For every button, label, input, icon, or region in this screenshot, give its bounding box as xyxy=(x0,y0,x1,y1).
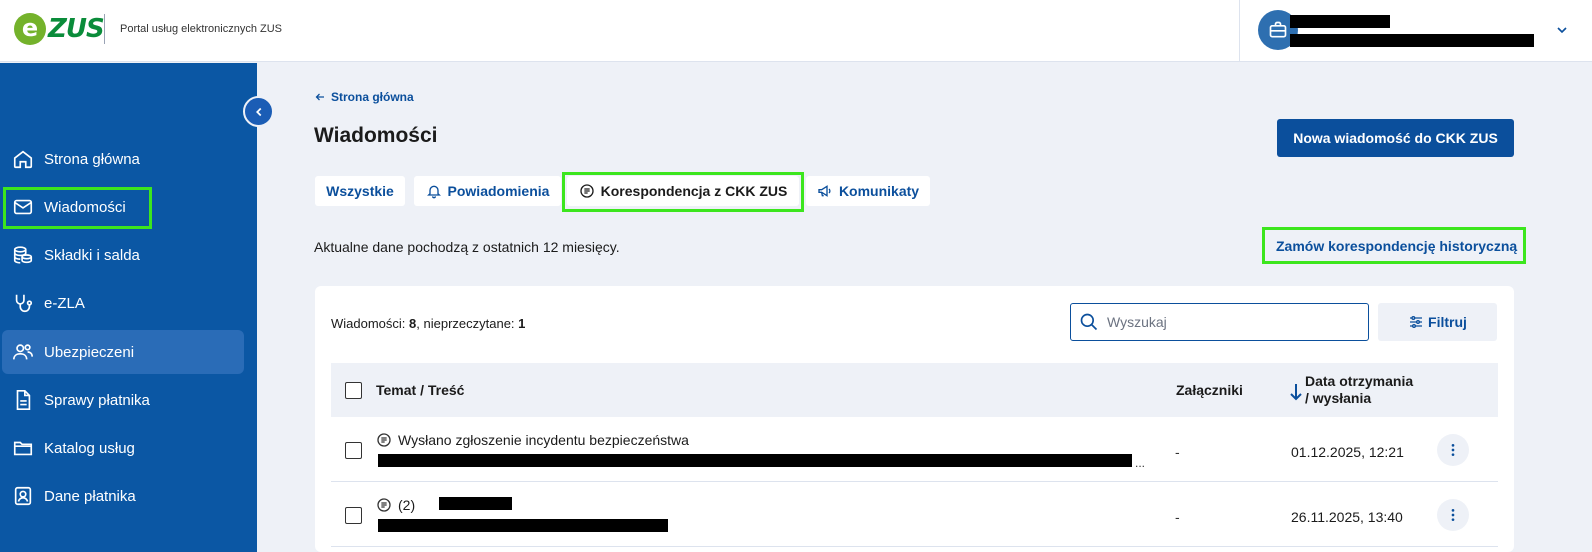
redacted-row-subject xyxy=(439,497,512,510)
row-checkbox[interactable] xyxy=(345,507,362,524)
messages-count-label: Wiadomości: xyxy=(331,316,410,331)
column-date-line2: / wysłania xyxy=(1305,390,1372,406)
table-row[interactable]: (2) - 26.11.2025, 13:40 xyxy=(331,483,1498,547)
tab-label: Wszystkie xyxy=(326,183,394,199)
sidebar-collapse-button[interactable] xyxy=(243,96,274,127)
home-icon xyxy=(13,150,33,169)
logo-zus: ZUS xyxy=(48,14,105,44)
sidebar-item-insured[interactable]: Ubezpieczeni xyxy=(2,330,244,374)
sidebar-item-contributions[interactable]: Składki i salda xyxy=(2,233,244,277)
row-date: 01.12.2025, 12:21 xyxy=(1291,444,1404,460)
sidebar-item-payer-data[interactable]: Dane płatnika xyxy=(2,474,244,518)
tab-notifications[interactable]: Powiadomienia xyxy=(414,176,561,206)
kebab-menu-icon xyxy=(1451,509,1455,521)
filter-button-label: Filtruj xyxy=(1428,314,1467,330)
id-card-icon xyxy=(14,486,32,506)
sidebar-item-label: Sprawy płatnika xyxy=(44,391,150,409)
logo-e: e xyxy=(14,13,46,45)
table-header: Temat / Treść Załączniki Data otrzymania… xyxy=(331,363,1498,417)
column-date-line1: Data otrzymania xyxy=(1305,373,1414,389)
order-history-link[interactable]: Zamów korespondencję historyczną xyxy=(1276,238,1517,254)
ezus-logo[interactable]: e ZUS xyxy=(14,12,105,46)
message-list-icon xyxy=(579,184,594,198)
top-header: e ZUS Portal usług elektronicznych ZUS xyxy=(0,0,1592,62)
sidebar-item-payer-cases[interactable]: Sprawy płatnika xyxy=(2,378,244,422)
search-input[interactable] xyxy=(1107,314,1347,330)
sidebar-item-label: Dane płatnika xyxy=(44,487,136,505)
row-attachments: - xyxy=(1175,444,1180,460)
sliders-icon xyxy=(1410,316,1423,328)
row-preview-ellipsis: ... xyxy=(1135,456,1146,470)
sidebar-item-label: Składki i salda xyxy=(44,246,140,264)
tab-label: Korespondencja z CKK ZUS xyxy=(600,183,788,199)
sidebar-item-label: Wiadomości xyxy=(44,198,126,216)
messages-card: Wiadomości: 8, nieprzeczytane: 1 Filtruj… xyxy=(315,286,1514,552)
sidebar-item-label: Katalog usług xyxy=(44,439,135,457)
search-icon xyxy=(1080,313,1098,331)
row-subject-text: (2) xyxy=(398,497,416,513)
sort-arrow-down-icon xyxy=(1290,384,1302,401)
megaphone-icon xyxy=(818,185,831,197)
sidebar-item-service-catalog[interactable]: Katalog usług xyxy=(2,426,244,470)
unread-count-value: 1 xyxy=(518,316,526,331)
tab-ckk-correspondence[interactable]: Korespondencja z CKK ZUS xyxy=(567,176,799,206)
folder-icon xyxy=(13,441,33,456)
document-icon xyxy=(16,390,31,410)
kebab-menu-icon xyxy=(1451,444,1455,456)
sidebar-item-label: Strona główna xyxy=(44,150,140,168)
sidebar-item-messages[interactable]: Wiadomości xyxy=(2,185,244,229)
row-subject[interactable]: (2) xyxy=(376,497,415,513)
sidebar-item-label: Ubezpieczeni xyxy=(44,343,135,361)
page-title: Wiadomości xyxy=(314,124,438,147)
user-panel[interactable] xyxy=(1239,0,1592,62)
search-box[interactable] xyxy=(1070,303,1369,341)
redacted-user-detail xyxy=(1290,34,1534,47)
column-subject[interactable]: Temat / Treść xyxy=(376,382,464,398)
mail-icon xyxy=(13,199,33,215)
column-attachments[interactable]: Załączniki xyxy=(1176,382,1243,398)
row-subject-text: Wysłano zgłoszenie incydentu bezpieczeńs… xyxy=(398,432,689,448)
back-link[interactable]: Strona główna xyxy=(314,90,414,104)
message-counts: Wiadomości: 8, nieprzeczytane: 1 xyxy=(331,316,525,331)
chevron-down-icon[interactable] xyxy=(1554,22,1570,43)
unread-count-label: , nieprzeczytane: xyxy=(416,316,519,331)
row-more-button[interactable] xyxy=(1437,499,1469,531)
info-text: Aktualne dane pochodzą z ostatnich 12 mi… xyxy=(314,239,620,255)
message-list-icon xyxy=(377,498,391,512)
chevron-left-icon xyxy=(255,107,261,116)
portal-title: Portal usług elektronicznych ZUS xyxy=(120,23,283,35)
coins-icon xyxy=(13,246,33,264)
redacted-row-preview xyxy=(378,519,668,532)
row-date: 26.11.2025, 13:40 xyxy=(1291,509,1403,525)
select-all-checkbox[interactable] xyxy=(345,382,362,399)
redacted-row-preview xyxy=(378,454,1132,467)
row-checkbox[interactable] xyxy=(345,442,362,459)
tab-all[interactable]: Wszystkie xyxy=(315,176,405,206)
redacted-user-name xyxy=(1290,15,1390,28)
new-message-button[interactable]: Nowa wiadomość do CKK ZUS xyxy=(1277,119,1514,157)
sidebar-item-ezla[interactable]: e-ZLA xyxy=(2,281,244,325)
row-more-button[interactable] xyxy=(1437,434,1469,466)
message-list-icon xyxy=(377,433,391,447)
sidebar-item-home[interactable]: Strona główna xyxy=(2,137,244,181)
back-link-label: Strona główna xyxy=(331,90,414,104)
sidebar-item-label: e-ZLA xyxy=(44,294,85,312)
bell-icon xyxy=(426,185,441,199)
tab-label: Powiadomienia xyxy=(447,183,550,199)
stethoscope-icon xyxy=(15,294,33,313)
row-attachments: - xyxy=(1175,509,1180,525)
tab-announcements[interactable]: Komunikaty xyxy=(806,176,930,206)
row-subject[interactable]: Wysłano zgłoszenie incydentu bezpieczeńs… xyxy=(376,432,689,448)
users-icon xyxy=(13,344,33,360)
logo-divider xyxy=(104,14,105,44)
table-row[interactable]: Wysłano zgłoszenie incydentu bezpieczeńs… xyxy=(331,418,1498,482)
arrow-left-icon xyxy=(315,93,324,101)
tab-label: Komunikaty xyxy=(838,183,920,199)
filter-button[interactable]: Filtruj xyxy=(1378,303,1497,341)
